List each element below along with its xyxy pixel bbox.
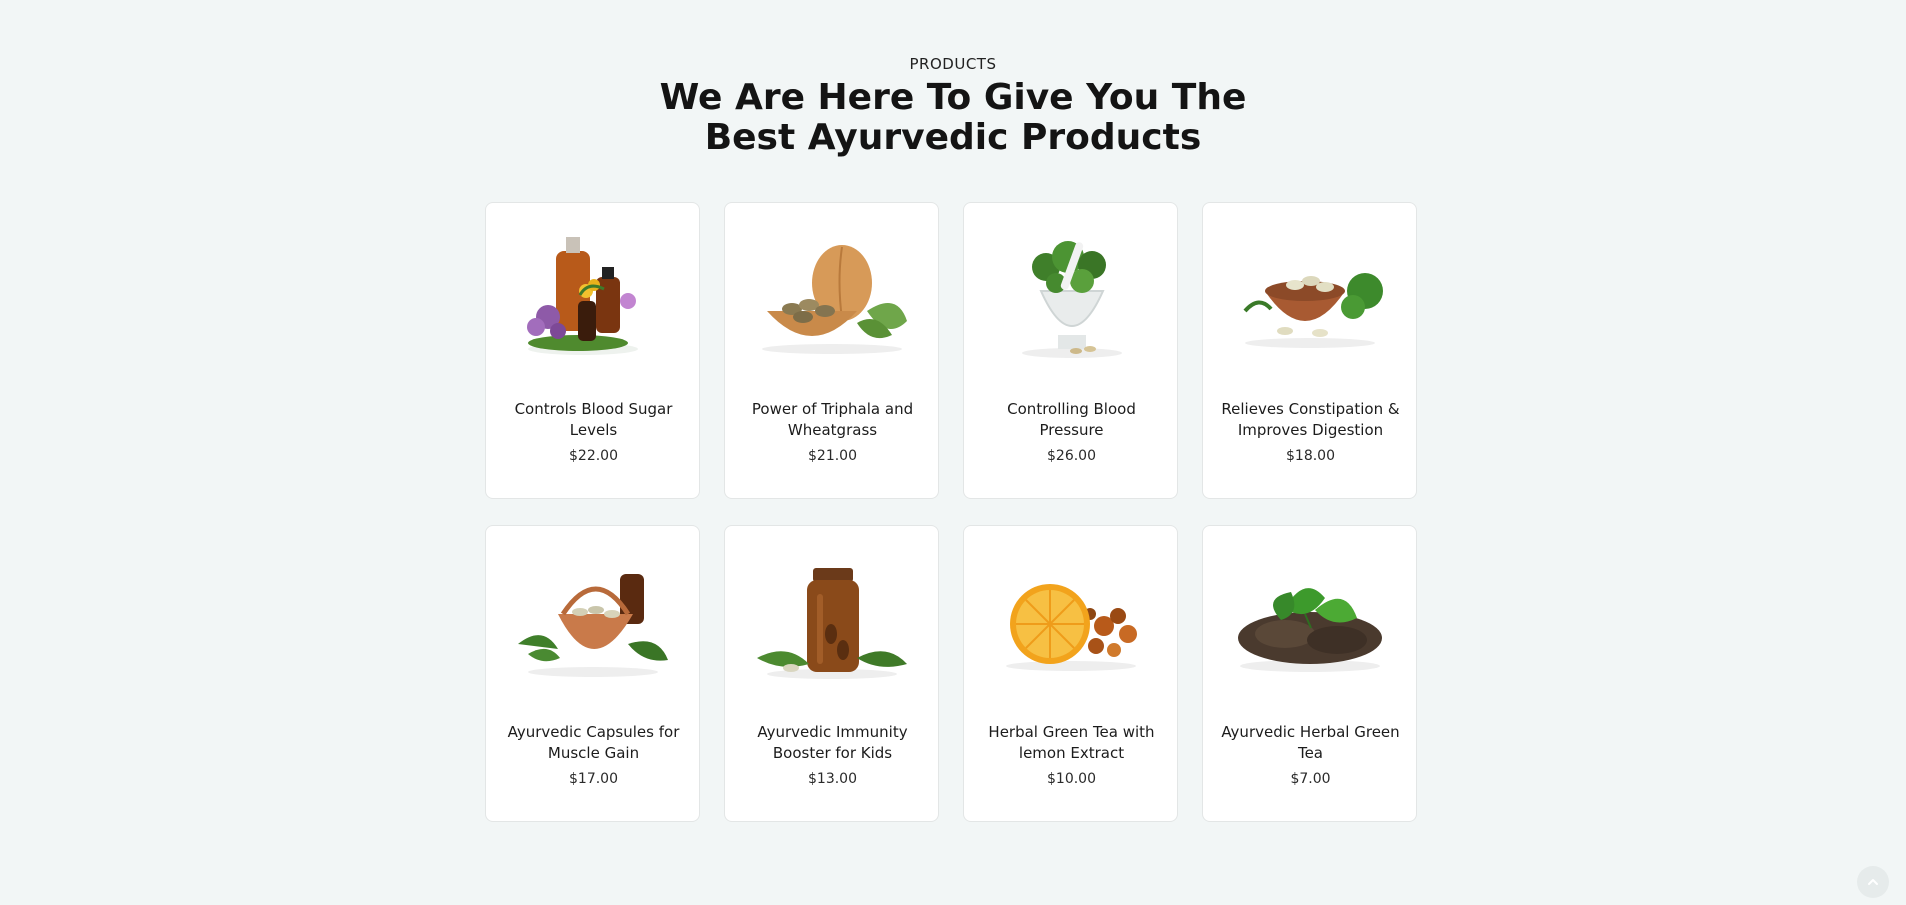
product-card[interactable]: Relieves Constipation & Improves Digesti… bbox=[1202, 202, 1417, 499]
product-price: $13.00 bbox=[808, 771, 857, 787]
product-card[interactable]: Controls Blood Sugar Levels $22.00 bbox=[485, 202, 700, 499]
product-price: $10.00 bbox=[1047, 771, 1096, 787]
product-price: $7.00 bbox=[1290, 771, 1331, 787]
product-card[interactable]: Controlling Blood Pressure $26.00 bbox=[963, 202, 1178, 499]
section-heading-line2: Best Ayurvedic Products bbox=[704, 117, 1202, 158]
section-heading: We Are Here To Give You The Best Ayurved… bbox=[603, 78, 1303, 158]
product-card[interactable]: Power of Triphala and Wheatgrass $21.00 bbox=[724, 202, 939, 499]
product-title[interactable]: Controlling Blood Pressure bbox=[974, 399, 1169, 441]
product-image-green-tea[interactable] bbox=[1225, 554, 1396, 684]
product-image-orange-tea[interactable] bbox=[986, 554, 1157, 684]
product-card[interactable]: Ayurvedic Immunity Booster for Kids $13.… bbox=[724, 525, 939, 822]
product-title[interactable]: Power of Triphala and Wheatgrass bbox=[735, 399, 930, 441]
product-image-oil-bottles[interactable] bbox=[508, 231, 679, 361]
product-price: $17.00 bbox=[569, 771, 618, 787]
product-title[interactable]: Ayurvedic Immunity Booster for Kids bbox=[735, 722, 930, 764]
product-image-bowl-capsules[interactable] bbox=[1225, 231, 1396, 361]
section-eyebrow: PRODUCTS bbox=[909, 55, 997, 73]
product-title[interactable]: Herbal Green Tea with lemon Extract bbox=[974, 722, 1169, 764]
product-card[interactable]: Ayurvedic Capsules for Muscle Gain $17.0… bbox=[485, 525, 700, 822]
product-title[interactable]: Ayurvedic Herbal Green Tea bbox=[1213, 722, 1408, 764]
product-card[interactable]: Herbal Green Tea with lemon Extract $10.… bbox=[963, 525, 1178, 822]
product-price: $26.00 bbox=[1047, 448, 1096, 464]
product-price: $18.00 bbox=[1286, 448, 1335, 464]
product-title[interactable]: Controls Blood Sugar Levels bbox=[496, 399, 691, 441]
product-price: $22.00 bbox=[569, 448, 618, 464]
product-card[interactable]: Ayurvedic Herbal Green Tea $7.00 bbox=[1202, 525, 1417, 822]
product-grid: Controls Blood Sugar Levels $22.00 Power… bbox=[485, 202, 1420, 822]
product-image-amber-jar[interactable] bbox=[747, 554, 918, 684]
products-section: PRODUCTS We Are Here To Give You The Bes… bbox=[0, 0, 1906, 905]
section-heading-line1: We Are Here To Give You The bbox=[659, 77, 1247, 118]
product-image-walnut-tablets[interactable] bbox=[747, 231, 918, 361]
chevron-up-icon bbox=[1868, 879, 1878, 885]
product-title[interactable]: Ayurvedic Capsules for Muscle Gain bbox=[496, 722, 691, 764]
product-image-mortar-herbs[interactable] bbox=[986, 231, 1157, 361]
product-image-basket-capsules[interactable] bbox=[508, 554, 679, 684]
scroll-to-top-button[interactable] bbox=[1857, 866, 1889, 898]
product-title[interactable]: Relieves Constipation & Improves Digesti… bbox=[1213, 399, 1408, 441]
product-price: $21.00 bbox=[808, 448, 857, 464]
